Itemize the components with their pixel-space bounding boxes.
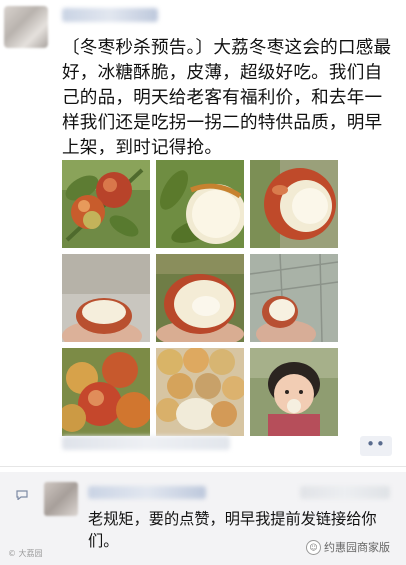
photo-9-child-eating[interactable] bbox=[250, 348, 338, 436]
poster-avatar[interactable] bbox=[4, 6, 48, 48]
more-actions-button[interactable]: •• bbox=[360, 436, 392, 456]
photo-7-jujube-pile[interactable] bbox=[62, 348, 150, 436]
photo-8-jujube-basket[interactable] bbox=[156, 348, 244, 436]
watermark-logo-icon: ☺ bbox=[306, 539, 321, 555]
commenter-name[interactable] bbox=[88, 486, 206, 499]
commenter-avatar[interactable] bbox=[44, 482, 78, 516]
photo-6-greenhouse-jujube[interactable] bbox=[250, 254, 338, 342]
watermark-right: ☺ 约惠园商家版 bbox=[306, 539, 390, 555]
photo-5-bitten-jujube-hand[interactable] bbox=[156, 254, 244, 342]
photo-2-bitten-jujube[interactable] bbox=[156, 160, 244, 248]
watermark-text: 约惠园商家版 bbox=[324, 541, 390, 554]
comment-time bbox=[300, 486, 390, 499]
comment-icon bbox=[16, 490, 28, 500]
poster-name[interactable] bbox=[62, 8, 158, 22]
post-time bbox=[62, 436, 230, 450]
photo-1-jujube-branch[interactable] bbox=[62, 160, 150, 248]
photo-4-hand-jujube[interactable] bbox=[62, 254, 150, 342]
watermark-left: © 大荔园 bbox=[8, 549, 43, 558]
divider bbox=[0, 466, 406, 467]
photo-3-cut-jujube[interactable] bbox=[250, 160, 338, 248]
post-text: 〔冬枣秒杀预告。〕大荔冬枣这会的口感最好，冰糖酥脆，皮薄，超级好吃。我们自己的品… bbox=[62, 38, 392, 158]
